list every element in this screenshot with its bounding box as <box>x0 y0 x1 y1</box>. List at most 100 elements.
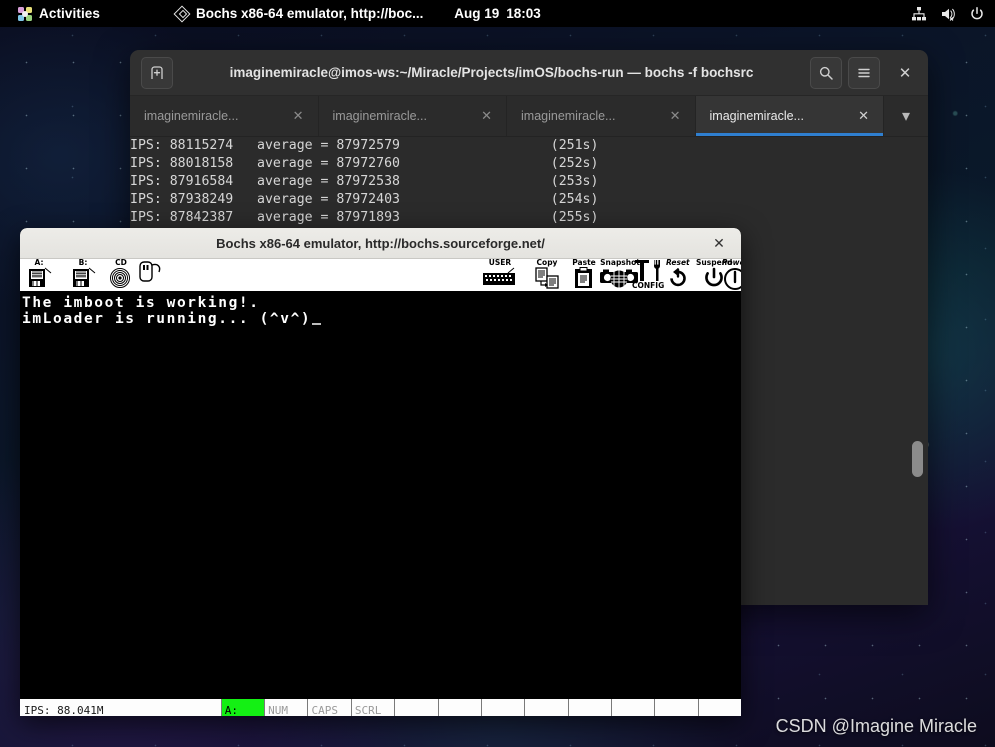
gnome-top-bar: Activities Bochs x86-64 emulator, http:/… <box>0 0 995 27</box>
clock-date: Aug 19 <box>454 6 500 21</box>
system-tray[interactable] <box>911 6 985 22</box>
bochs-tool-copy[interactable]: Copy <box>534 259 560 291</box>
tool-caption: A: <box>34 259 44 267</box>
terminal-header: imaginemiracle@imos-ws:~/Miracle/Project… <box>130 50 928 96</box>
bochs-tool-config[interactable]: CONFIG <box>632 259 664 291</box>
wrench-icon <box>635 260 661 281</box>
terminal-header-actions: ✕ <box>810 56 920 89</box>
power-button-icon <box>724 268 741 290</box>
tab-close-icon[interactable]: ✕ <box>293 108 304 124</box>
vga-line-with-cursor: imLoader is running... (^v^) <box>22 311 741 327</box>
terminal-line: IPS: 88115274 average = 87972579 (251s) <box>130 138 599 153</box>
tab-close-icon[interactable]: ✕ <box>858 108 869 124</box>
status-cell-num: NUM <box>264 699 307 716</box>
bochs-tool-floppy-a[interactable]: A: <box>26 259 52 291</box>
bochs-tool-mouse[interactable] <box>138 259 168 291</box>
terminal-tab-2[interactable]: imaginemiracle... ✕ <box>319 96 507 136</box>
vga-line-text: imLoader is running... (^v^) <box>22 311 312 327</box>
tool-caption: Power <box>722 259 741 267</box>
tab-label: imaginemiracle... <box>521 109 616 123</box>
terminal-line: IPS: 87842387 average = 87971893 (255s) <box>130 210 599 225</box>
terminal-tab-3[interactable]: imaginemiracle... ✕ <box>507 96 696 136</box>
close-icon: ✕ <box>713 234 725 251</box>
volume-muted-icon <box>942 8 955 21</box>
tab-close-icon[interactable]: ✕ <box>670 108 681 124</box>
paste-icon <box>575 267 592 288</box>
tab-label: imaginemiracle... <box>144 109 239 123</box>
tool-caption: B: <box>78 259 88 267</box>
bochs-tool-floppy-b[interactable]: B: <box>70 259 96 291</box>
terminal-tab-4-active[interactable]: imaginemiracle... ✕ <box>695 96 884 136</box>
status-ips: IPS: 88.041M <box>24 703 104 717</box>
bochs-close-button[interactable]: ✕ <box>709 233 729 253</box>
terminal-scrollbar[interactable] <box>911 137 924 605</box>
app-menu-label: Bochs x86-64 emulator, http://boc... <box>196 6 424 21</box>
network-icon <box>912 6 926 20</box>
tool-caption: CONFIG <box>632 281 665 290</box>
bochs-status-bar: IPS: 88.041M A: NUM CAPS SCRL <box>20 697 741 716</box>
bochs-title: Bochs x86-64 emulator, http://bochs.sour… <box>216 235 545 251</box>
terminal-tab-1[interactable]: imaginemiracle... ✕ <box>130 96 319 136</box>
activities-icon <box>18 6 32 21</box>
desktop-screen: Activities Bochs x86-64 emulator, http:/… <box>0 0 995 747</box>
status-cell-scrl: SCRL <box>350 699 394 716</box>
status-cell-empty <box>437 699 481 716</box>
chevron-down-icon: ▾ <box>901 108 911 125</box>
bochs-vga-screen[interactable]: The imboot is working!. imLoader is runn… <box>20 293 741 697</box>
terminal-tab-bar: imaginemiracle... ✕ imaginemiracle... ✕ … <box>130 96 928 137</box>
terminal-close-button[interactable]: ✕ <box>890 58 920 88</box>
floppy-a-icon <box>29 267 52 287</box>
status-cell-empty <box>524 699 567 716</box>
mouse-icon <box>139 261 161 282</box>
terminal-line: IPS: 87916584 average = 87972538 (253s) <box>130 174 599 189</box>
bochs-toolbar: A: B: CD USER Copy Paste Snapshot CONFIG… <box>20 259 741 293</box>
status-cell-caps: CAPS <box>307 699 350 716</box>
watermark: CSDN @Imagine Miracle <box>775 716 977 736</box>
vga-line: The imboot is working!. <box>22 295 260 311</box>
floppy-b-icon <box>73 267 96 287</box>
terminal-title: imaginemiracle@imos-ws:~/Miracle/Project… <box>229 65 754 80</box>
bochs-window: Bochs x86-64 emulator, http://bochs.sour… <box>20 228 741 716</box>
status-cell-empty <box>394 699 437 716</box>
new-tab-icon <box>151 65 163 79</box>
vga-cursor <box>312 323 322 325</box>
copy-icon <box>535 267 559 289</box>
status-cell-empty <box>611 699 654 716</box>
new-tab-button[interactable] <box>141 56 173 89</box>
cdrom-icon <box>110 268 130 288</box>
keyboard-icon <box>483 267 515 285</box>
terminal-line: IPS: 88018158 average = 87972760 (252s) <box>130 156 599 171</box>
terminal-line: IPS: 87938249 average = 87972403 (254s) <box>130 192 599 207</box>
tool-caption: USER <box>488 259 512 267</box>
status-cell-empty <box>567 699 611 716</box>
tab-list-dropdown-button[interactable]: ▾ <box>884 96 928 136</box>
search-icon <box>819 66 833 80</box>
bochs-titlebar: Bochs x86-64 emulator, http://bochs.sour… <box>20 228 741 259</box>
activities-button[interactable]: Activities <box>8 0 110 27</box>
hamburger-menu-button[interactable] <box>848 56 880 89</box>
tab-label: imaginemiracle... <box>709 109 804 123</box>
terminal-scrollbar-thumb[interactable] <box>912 441 923 477</box>
bochs-tool-cdrom[interactable]: CD <box>108 259 134 291</box>
terminal-scrollback: IPS: 88115274 average = 87972579 (251s) … <box>130 137 928 227</box>
reset-icon <box>670 268 686 287</box>
bochs-tool-reset[interactable]: Reset <box>666 259 690 291</box>
power-icon <box>971 6 983 19</box>
status-cell-floppy-a: A: <box>220 699 265 716</box>
menu-icon <box>858 68 870 77</box>
bochs-app-icon <box>175 7 189 21</box>
tab-close-icon[interactable]: ✕ <box>481 108 492 124</box>
tool-caption: Paste <box>572 259 596 267</box>
bochs-tool-power[interactable]: Power <box>722 259 741 291</box>
bochs-tool-paste[interactable]: Paste <box>572 259 596 291</box>
tool-caption: Copy <box>536 259 558 267</box>
status-cell-empty <box>697 699 741 716</box>
activities-label: Activities <box>39 6 101 21</box>
search-button[interactable] <box>810 56 842 89</box>
clock-button[interactable]: Aug 19 18:03 <box>454 6 541 21</box>
app-menu-button[interactable]: Bochs x86-64 emulator, http://boc... <box>165 0 433 27</box>
bochs-tool-user[interactable]: USER <box>482 259 518 291</box>
tool-caption: Reset <box>666 259 690 267</box>
close-icon: ✕ <box>898 64 912 82</box>
status-cell-empty <box>480 699 524 716</box>
